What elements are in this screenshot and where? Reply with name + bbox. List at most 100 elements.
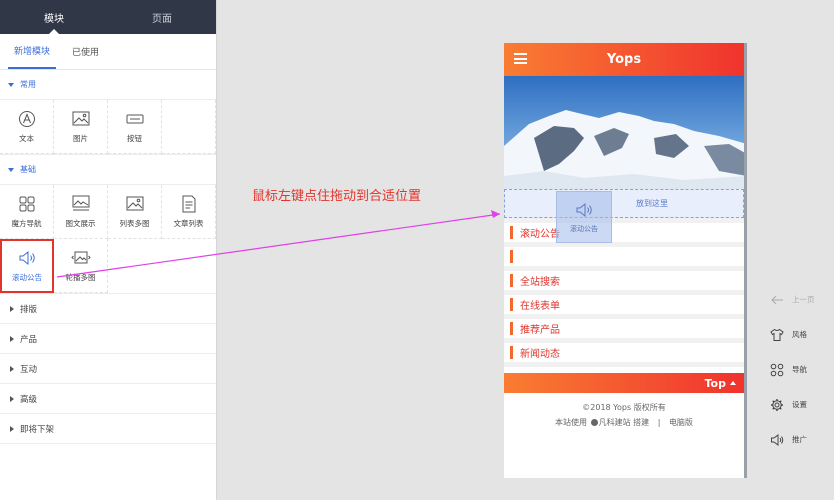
prev-page-button[interactable]: 上一页 [770, 282, 830, 317]
cube-nav-icon [19, 196, 34, 211]
settings-button[interactable]: 设置 [770, 387, 830, 422]
module-row-site-search[interactable]: 全站搜索 [504, 271, 744, 295]
drag-ghost-label: 滚动公告 [570, 224, 598, 233]
carousel-icon [70, 251, 91, 263]
module-cube-nav[interactable]: 魔方导航 [0, 185, 54, 239]
nav-grid-icon [770, 363, 784, 376]
module-text[interactable]: 文本 [0, 100, 54, 154]
builder-link[interactable]: 凡科建站 搭建 [599, 418, 650, 427]
tool-label: 上一页 [792, 295, 815, 304]
tool-label: 设置 [792, 400, 807, 409]
top-button-label: Top [704, 376, 726, 390]
text-a-icon [18, 110, 35, 127]
module-row-empty[interactable] [504, 247, 744, 271]
module-article-list[interactable]: 文章列表 [162, 185, 216, 239]
module-label: 列表多图 [119, 218, 150, 228]
triangle-right-icon [10, 425, 14, 432]
section-common-header[interactable]: 常用 [0, 70, 216, 100]
accent-bar [510, 298, 513, 311]
back-to-top-bar[interactable]: Top [504, 373, 744, 393]
triangle-down-icon [8, 82, 14, 87]
module-label: 文章列表 [173, 218, 204, 228]
module-title: 新闻动态 [520, 349, 560, 360]
module-label: 图片 [73, 133, 88, 143]
tool-label: 导航 [792, 365, 807, 374]
module-label: 图文展示 [65, 218, 96, 228]
tab-pages[interactable]: 页面 [108, 0, 216, 34]
promote-button[interactable]: 推广 [770, 422, 830, 457]
module-title: 在线表单 [520, 301, 560, 312]
style-button[interactable]: 风格 [770, 317, 830, 352]
section-products[interactable]: 产品 [0, 324, 216, 354]
section-title: 即将下架 [20, 424, 55, 435]
copyright: ©2018 Yops 版权所有 [582, 403, 666, 412]
module-row-recommended-products[interactable]: 推荐产品 [504, 319, 744, 343]
top-tabs: 模块 页面 [0, 0, 216, 34]
module-row-news[interactable]: 新闻动态 [504, 343, 744, 367]
menu-icon[interactable] [514, 53, 527, 64]
section-layout[interactable]: 排版 [0, 294, 216, 324]
section-title: 互动 [20, 364, 38, 375]
section-basic-header[interactable]: 基础 [0, 155, 216, 185]
triangle-down-icon [8, 167, 14, 172]
module-label: 按钮 [127, 133, 142, 143]
pc-version-link[interactable]: 电脑版 [669, 418, 693, 427]
accent-bar [510, 274, 513, 287]
image-text-icon [72, 195, 89, 210]
accent-bar [510, 322, 513, 335]
back-arrow-icon [771, 295, 783, 304]
module-row-scroll-notice[interactable]: 滚动公告 [504, 223, 744, 247]
accent-bar [510, 250, 513, 263]
common-modules-grid: 文本 图片 按钮 [0, 100, 216, 155]
image-icon [72, 111, 89, 125]
drop-zone[interactable]: 放到这里 [504, 189, 744, 218]
basic-modules-grid: 魔方导航 图文展示 列表多图 文章列表 滚动公告 轮播多图 [0, 185, 216, 294]
accent-bar [510, 226, 513, 239]
triangle-right-icon [10, 395, 14, 402]
site-footer: ©2018 Yops 版权所有 本站使用 凡科建站 搭建 | 电脑版 [504, 393, 744, 430]
subtab-new-modules[interactable]: 新增模块 [8, 34, 57, 69]
module-image-text[interactable]: 图文展示 [54, 185, 108, 239]
banner-image [504, 76, 744, 189]
module-title: 推荐产品 [520, 325, 560, 336]
speaker-icon [19, 250, 35, 266]
tool-label: 风格 [792, 330, 807, 339]
section-title: 产品 [20, 334, 38, 345]
right-toolbar: 上一页 风格 导航 设置 推广 [770, 282, 830, 457]
builder-logo-icon [590, 419, 598, 426]
sub-tabs: 新增模块 已使用 [0, 34, 216, 70]
article-list-icon [182, 195, 195, 212]
module-image[interactable]: 图片 [54, 100, 108, 154]
module-panel: 模块 页面 新增模块 已使用 常用 文本 图片 按钮 基础 魔方导航 图文展示 … [0, 0, 217, 500]
triangle-right-icon [10, 335, 14, 342]
phone-preview: Yops 放到这里 滚动公告 全站搜索 在线表单 推荐产品 新闻动态 Top ©… [504, 43, 747, 478]
module-button[interactable]: 按钮 [108, 100, 162, 154]
module-scroll-notice[interactable]: 滚动公告 [0, 239, 54, 293]
module-label: 文本 [19, 133, 34, 143]
module-list-images[interactable]: 列表多图 [108, 185, 162, 239]
tab-modules[interactable]: 模块 [0, 0, 108, 34]
drop-zone-label: 放到这里 [636, 199, 668, 208]
section-advanced[interactable]: 高级 [0, 384, 216, 414]
triangle-right-icon [10, 305, 14, 312]
drag-ghost: 滚动公告 [556, 191, 612, 243]
footer-links: 本站使用 凡科建站 搭建 | 电脑版 [504, 415, 744, 430]
section-deprecated[interactable]: 即将下架 [0, 414, 216, 444]
section-interactive[interactable]: 互动 [0, 354, 216, 384]
button-icon [126, 114, 143, 123]
module-label: 魔方导航 [11, 218, 42, 228]
accent-bar [510, 346, 513, 359]
navigation-button[interactable]: 导航 [770, 352, 830, 387]
section-title: 高级 [20, 394, 38, 405]
speaker-icon [576, 202, 592, 217]
module-carousel[interactable]: 轮播多图 [54, 239, 108, 293]
module-row-online-form[interactable]: 在线表单 [504, 295, 744, 319]
tool-label: 推广 [792, 435, 807, 444]
list-images-icon [126, 196, 143, 210]
gear-icon [771, 398, 783, 411]
module-title: 全站搜索 [520, 277, 560, 288]
module-title: 滚动公告 [520, 229, 560, 240]
subtab-used[interactable]: 已使用 [66, 34, 105, 69]
shirt-icon [770, 328, 784, 341]
section-title: 基础 [20, 165, 36, 174]
